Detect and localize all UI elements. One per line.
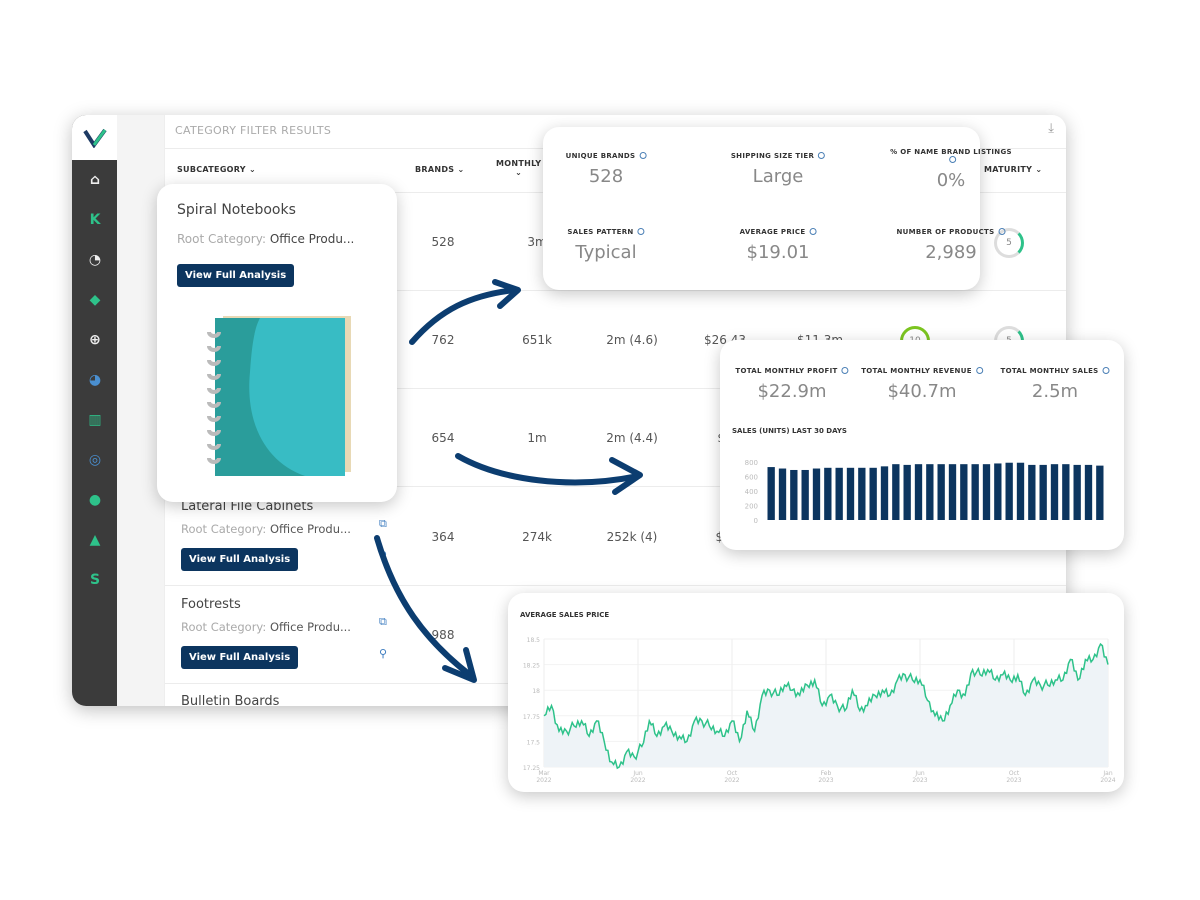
- x-tick-month: Oct: [727, 770, 738, 777]
- bar: [1039, 464, 1047, 520]
- root-category: Root Category: Office Produ...: [177, 232, 355, 246]
- y-tick: 17.5: [527, 739, 541, 746]
- view-full-analysis-button[interactable]: View Full Analysis: [177, 264, 295, 287]
- x-tick-month: Mar: [538, 770, 550, 777]
- info-icon[interactable]: [818, 152, 826, 159]
- bar: [801, 469, 809, 520]
- bar: [1084, 464, 1093, 520]
- stat-3: SALES PATTERN Typical: [567, 228, 645, 263]
- bar: [812, 468, 821, 520]
- x-tick-year: 2023: [1006, 777, 1021, 784]
- info-icon[interactable]: [975, 367, 983, 374]
- bar: [903, 464, 911, 520]
- x-tick-month: Oct: [1009, 770, 1020, 777]
- y-tick: 18: [532, 688, 540, 695]
- arrow-to-price: [374, 535, 473, 678]
- info-icon[interactable]: [1102, 367, 1110, 374]
- total-2: TOTAL MONTHLY SALES 2.5m: [1001, 367, 1110, 402]
- info-icon[interactable]: [809, 228, 817, 235]
- bar: [824, 467, 832, 520]
- bar: [926, 464, 934, 520]
- bar: [948, 464, 957, 520]
- notebook-image: [207, 316, 351, 476]
- bar: [858, 467, 866, 520]
- y-tick: 400: [745, 488, 758, 496]
- bar: [778, 468, 787, 520]
- bar: [1016, 462, 1025, 520]
- info-icon[interactable]: [639, 152, 647, 159]
- subcategory-title: Spiral Notebooks: [177, 202, 296, 218]
- y-tick: 800: [745, 459, 758, 467]
- y-tick: 0: [754, 517, 758, 525]
- bar: [1073, 464, 1081, 520]
- bar: [1050, 464, 1059, 520]
- info-icon[interactable]: [998, 228, 1006, 235]
- stat-2: % OF NAME BRAND LISTINGS 0%: [890, 148, 1012, 191]
- bar: [1005, 462, 1013, 520]
- stat-4: AVERAGE PRICE $19.01: [740, 228, 817, 263]
- bar: [869, 467, 877, 520]
- y-tick: 18.25: [523, 663, 540, 670]
- y-tick: 600: [745, 474, 758, 482]
- average-price-card: AVERAGE SALES PRICE 18.5 18.25 18 17.75 17.5…: [508, 593, 1124, 792]
- y-tick: 200: [745, 503, 758, 511]
- bar: [971, 464, 979, 520]
- average-price-chart: 18.518.251817.7517.517.25Mar2022Jun2022O…: [523, 637, 1116, 784]
- x-tick-year: 2022: [536, 777, 551, 784]
- bar: [994, 463, 1002, 520]
- bar: [1062, 464, 1070, 520]
- x-tick-month: Jun: [632, 770, 643, 777]
- total-0: TOTAL MONTHLY PROFIT $22.9m: [735, 367, 849, 402]
- stat-0: UNIQUE BRANDS 528: [566, 152, 647, 187]
- x-tick-month: Jan: [1102, 770, 1112, 777]
- bar: [892, 464, 900, 520]
- info-icon[interactable]: [637, 228, 645, 235]
- bar: [1096, 465, 1104, 520]
- stat-1: SHIPPING SIZE TIER Large: [731, 152, 826, 187]
- x-tick-year: 2023: [818, 777, 833, 784]
- bar: [960, 464, 968, 520]
- x-tick-month: Jun: [914, 770, 925, 777]
- x-tick-year: 2024: [1100, 777, 1115, 784]
- info-icon[interactable]: [841, 367, 849, 374]
- x-tick-year: 2022: [630, 777, 645, 784]
- bar-chart-title: SALES (UNITS) LAST 30 DAYS: [732, 427, 847, 435]
- bar: [1028, 464, 1036, 520]
- bar: [982, 464, 991, 520]
- sales-bar-chart: 800 600 400 200 0: [745, 459, 1104, 525]
- bar: [767, 467, 775, 520]
- subcategory-detail-card: Spiral Notebooks Root Category: Office P…: [157, 184, 397, 502]
- totals-card: TOTAL MONTHLY PROFIT $22.9m TOTAL MONTHLY …: [720, 340, 1124, 550]
- bar: [914, 464, 923, 520]
- arrow-to-stats: [409, 287, 518, 345]
- y-tick: 17.75: [523, 714, 540, 721]
- bar: [790, 469, 798, 520]
- bar: [880, 466, 889, 520]
- bar: [937, 464, 945, 520]
- stat-5: NUMBER OF PRODUCTS 2,989: [897, 228, 1006, 263]
- total-1: TOTAL MONTHLY REVENUE $40.7m: [861, 367, 983, 402]
- stats-card: UNIQUE BRANDS 528 SHIPPING SIZE TIER Large%…: [543, 127, 1012, 290]
- info-icon[interactable]: [949, 156, 957, 163]
- bar: [835, 467, 843, 520]
- y-tick: 18.5: [527, 637, 541, 644]
- x-tick-month: Feb: [821, 770, 832, 777]
- bar: [846, 467, 855, 520]
- x-tick-year: 2023: [912, 777, 927, 784]
- x-tick-year: 2022: [724, 777, 739, 784]
